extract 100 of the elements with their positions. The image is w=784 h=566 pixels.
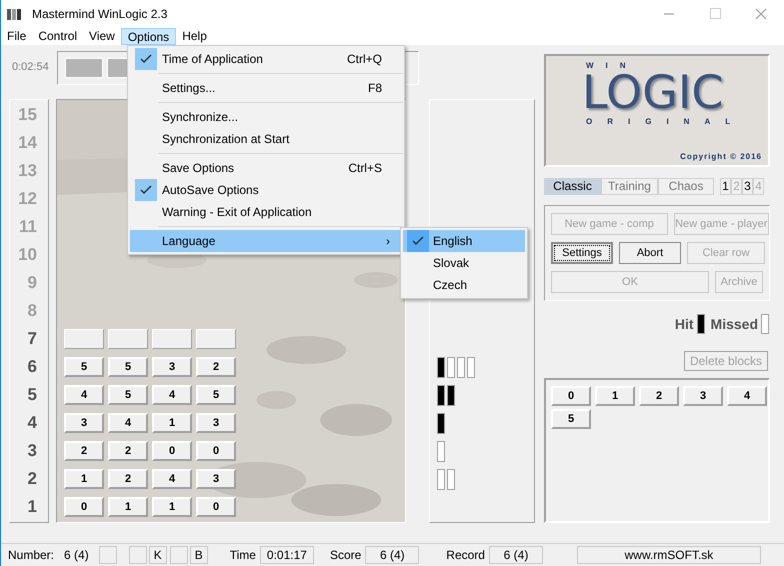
check-icon [135,48,157,70]
row-number: 6 [26,356,38,378]
legend-label: Hit [674,314,694,334]
menu-entry[interactable]: Warning - Exit of Application [130,201,402,223]
digit-button[interactable]: 5 [551,409,591,429]
status-field: 6 (4) [365,546,420,564]
empty-slot[interactable] [64,329,104,349]
menu-entry[interactable]: Save Options Ctrl+S [130,157,402,179]
guess-cell: 3 [64,413,104,433]
status-field: K [148,546,167,564]
logo-text: WIN [586,60,638,72]
digit-button[interactable]: 4 [727,386,767,406]
menu-entry[interactable]: AutoSave Options [130,179,402,201]
guess-cell: 2 [64,441,104,461]
row-number: 2 [26,468,38,490]
language-option[interactable]: Slovak [403,252,525,274]
guess-cell: 1 [152,413,192,433]
row-number: 11 [18,216,38,238]
empty-slot[interactable] [108,329,148,349]
row-number: 3 [26,440,38,462]
command-button[interactable]: Settings [551,242,613,264]
level-tab[interactable]: 1 [720,178,731,195]
row-number: 1 [26,496,38,518]
menu-item[interactable]: Control [32,28,84,45]
empty-slot[interactable] [196,329,236,349]
shortcut-text: Ctrl+Q [346,51,382,68]
guess-cell: 3 [196,469,236,489]
status-field: 0:01:17 [260,546,314,564]
command-button[interactable]: Abort [619,242,681,264]
row-number: 8 [26,300,38,322]
row-number: 5 [26,384,38,406]
digit-button[interactable]: 2 [639,386,679,406]
mode-tab[interactable]: Chaos [658,178,714,195]
row-number: 7 [26,328,38,350]
guess-cell: 0 [196,441,236,461]
guess-cell: 1 [152,497,192,517]
digit-button[interactable]: 3 [683,386,723,406]
elapsed-time: 0:02:54 [12,60,50,76]
guess-cell: 4 [152,469,192,489]
guess-cell: 4 [64,385,104,405]
empty-slot[interactable] [152,329,192,349]
status-indicator [128,546,147,564]
menu-item[interactable]: File [1,28,32,45]
status-label: Record [446,547,485,564]
row-number: 9 [26,272,38,294]
menu-item[interactable]: Options [120,28,176,45]
guess-cell: 2 [196,357,236,377]
row-number: 15 [17,104,38,126]
logo-title: LOGIC [582,70,724,114]
language-option[interactable]: Czech [403,274,525,296]
menu-item[interactable]: Help [176,28,213,45]
guess-cell: 5 [196,385,236,405]
guess-cell: 5 [108,385,148,405]
status-indicator [170,546,188,564]
status-field: 6 (4) [488,546,543,564]
check-icon [135,179,157,201]
guess-cell: 1 [64,469,104,489]
logo-text: ORIGINAL [586,116,746,128]
row-number: 12 [17,188,38,210]
mode-tab[interactable]: Classic [544,178,601,195]
status-indicator [98,546,117,564]
window-title: Mastermind WinLogic 2.3 [32,6,168,23]
copyright-text: Copyright © 2016 [680,151,762,163]
menu-entry[interactable]: Synchronization at Start [130,128,402,150]
guess-cell: 0 [152,441,192,461]
app-icon [6,7,22,21]
guess-cell: 0 [196,497,236,517]
status-label: Number: [8,547,54,564]
status-label: Score [330,547,362,564]
guess-cell: 5 [108,357,148,377]
guess-cell: 3 [152,357,192,377]
menu-entry[interactable]: Time of Application Ctrl+Q [130,48,402,70]
row-number: 14 [17,132,38,154]
shortcut-text: Ctrl+S [348,160,382,177]
row-number: 10 [17,244,38,266]
menu-entry[interactable]: Settings... F8 [130,77,402,99]
guess-cell: 2 [108,441,148,461]
website-field: www.rmSOFT.sk [576,546,761,564]
legend-label: Missed [710,314,758,334]
level-tab[interactable]: 3 [742,178,753,195]
status-label: Time [230,547,256,564]
guess-cell: 0 [64,497,104,517]
guess-cell: 4 [152,385,192,405]
guess-cell: 1 [108,497,148,517]
digit-button[interactable]: 0 [551,386,591,406]
digit-button[interactable]: 1 [595,386,635,406]
hidden-code-slot [65,58,103,78]
status-value: 6 (4) [64,547,89,564]
menu-entry[interactable]: Language › [130,230,402,252]
row-number: 13 [17,160,38,182]
language-option[interactable]: English [403,230,525,252]
mode-tab[interactable]: Training [601,178,658,195]
menu-item[interactable]: View [83,28,121,45]
guess-cell: 2 [108,469,148,489]
guess-cell: 5 [64,357,104,377]
row-number: 4 [26,412,38,434]
menu-entry[interactable]: Synchronize... [130,106,402,128]
guess-cell: 3 [196,413,236,433]
status-field: B [190,546,208,564]
guess-cell: 4 [108,413,148,433]
